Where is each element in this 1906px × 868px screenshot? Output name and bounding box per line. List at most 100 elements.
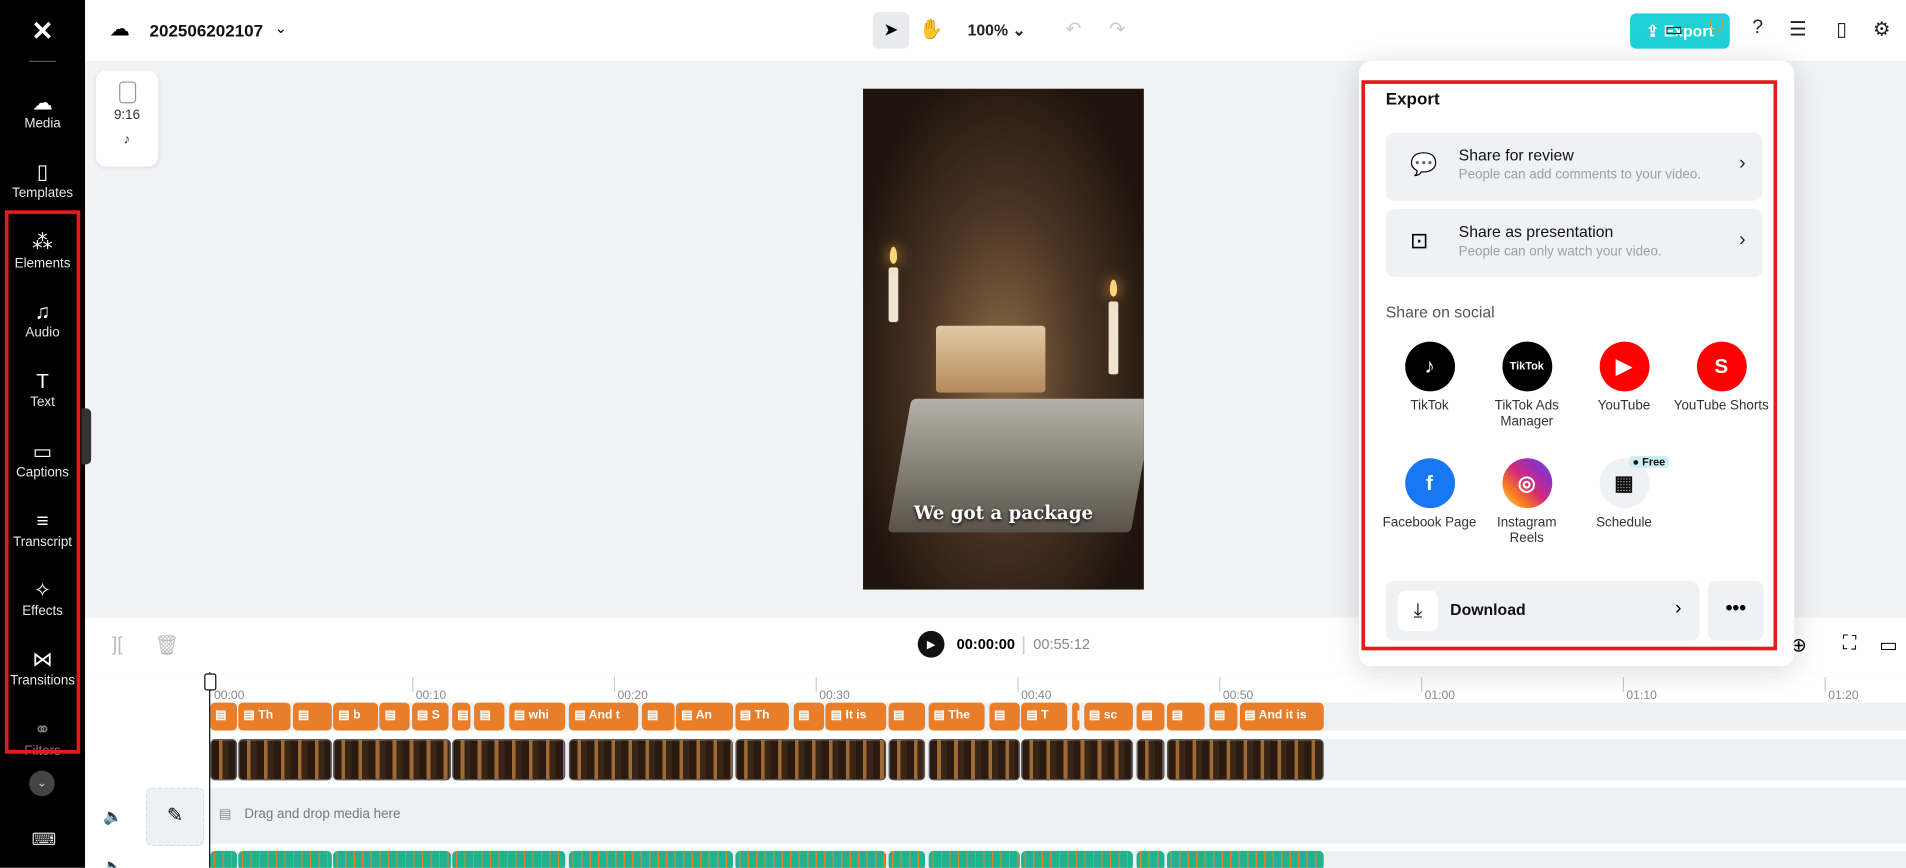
caption-clip[interactable]: ▤ Th xyxy=(238,702,291,731)
audio-clip[interactable] xyxy=(333,850,451,868)
audio-clip[interactable] xyxy=(238,850,332,868)
zoom-select[interactable]: 100% ⌄ xyxy=(968,21,1026,40)
caption-clip[interactable]: ▤ xyxy=(452,702,471,731)
caption-clip[interactable]: ▤ And it is xyxy=(1239,702,1325,731)
audio-clip[interactable] xyxy=(569,850,733,868)
aspect-ratio-card[interactable]: 9:16 ♪ xyxy=(96,70,159,167)
share-tiktok-ads-manager[interactable]: TikTok TikTok Ads Manager xyxy=(1478,341,1575,431)
mute-icon[interactable]: 🔈 xyxy=(103,807,123,826)
mute-icon[interactable]: 🔈 xyxy=(103,857,123,868)
play-button[interactable]: ▶ xyxy=(917,630,945,658)
drop-zone[interactable]: ▤ Drag and drop media here xyxy=(210,787,1906,844)
share-tiktok[interactable]: ♪ TikTok xyxy=(1381,341,1478,415)
caption-clip[interactable]: ▤ xyxy=(989,702,1020,731)
share-youtube-shorts[interactable]: S YouTube Shorts xyxy=(1673,341,1770,415)
video-clip[interactable] xyxy=(569,739,733,781)
edit-cover-button[interactable]: ✎ xyxy=(145,787,205,847)
transitions-icon: ⋈ xyxy=(32,648,53,672)
video-clip[interactable] xyxy=(1166,739,1325,781)
help-icon[interactable]: ? xyxy=(1744,17,1771,39)
share-as-presentation-option[interactable]: ⊡ Share as presentation People can only … xyxy=(1385,209,1763,278)
caption-clip[interactable]: ▤ xyxy=(1209,702,1238,731)
cloud-icon[interactable]: ☁ xyxy=(109,17,130,41)
audio-clip[interactable] xyxy=(210,850,237,868)
caption-clip[interactable]: ▤ whi xyxy=(508,702,566,731)
caption-clip[interactable]: ▤ The xyxy=(928,702,986,731)
caption-clip[interactable]: ▤ xyxy=(474,702,505,731)
undo-icon[interactable]: ↶ xyxy=(1060,17,1087,41)
caption-clip[interactable]: ▤ It is xyxy=(825,702,887,731)
share-facebook-page[interactable]: f Facebook Page xyxy=(1381,458,1478,531)
layers-icon[interactable]: ☰ xyxy=(1784,17,1811,41)
share-schedule[interactable]: ▦ Schedule xyxy=(1575,458,1672,531)
audio-clip[interactable] xyxy=(734,850,887,868)
video-clip[interactable] xyxy=(734,739,887,781)
share-for-review-option[interactable]: 💬 Share for review People can add commen… xyxy=(1385,132,1763,201)
caption-clip[interactable]: ▤ xyxy=(379,702,411,731)
split-icon[interactable]: ][ xyxy=(112,635,123,657)
sidebar-item-media[interactable]: ☁ Media xyxy=(0,85,85,151)
audio-clip[interactable] xyxy=(452,850,566,868)
chevron-down-icon[interactable]: ⌄ xyxy=(275,19,287,36)
hand-tool-icon[interactable]: ✋ xyxy=(918,17,945,41)
sidebar-collapse-handle[interactable] xyxy=(81,408,92,465)
caption-clip[interactable]: ▤ xyxy=(793,702,824,731)
redo-icon[interactable]: ↷ xyxy=(1104,17,1131,41)
sidebar-item-audio[interactable]: ♫ Audio xyxy=(0,294,85,360)
sidebar-item-captions[interactable]: ▭ Captions xyxy=(0,433,85,499)
ruler-tick xyxy=(613,677,616,692)
caption-clip[interactable]: ▤ An xyxy=(676,702,733,731)
sidebar-item-transcript[interactable]: ≡ Transcript xyxy=(0,503,85,569)
caption-clip[interactable]: ▤ S xyxy=(412,702,449,731)
present-icon[interactable]: ▭ xyxy=(1660,17,1687,41)
settings-icon[interactable]: ⚙ xyxy=(1868,17,1895,41)
caption-clip[interactable]: ▤ b xyxy=(333,702,378,731)
project-name[interactable]: 202506202107 xyxy=(150,21,264,40)
video-clip[interactable] xyxy=(333,739,451,781)
audio-clip[interactable] xyxy=(1166,850,1325,868)
caption-clip[interactable]: ▤ xyxy=(1071,702,1080,731)
audio-clip[interactable] xyxy=(928,850,1020,868)
caption-clip[interactable]: ▤ Th xyxy=(734,702,790,731)
caption-clip[interactable]: ▤ xyxy=(1166,702,1206,731)
caption-icon: ▤ xyxy=(681,708,693,723)
more-options-button[interactable]: ••• xyxy=(1707,581,1764,641)
video-clip[interactable] xyxy=(452,739,566,781)
caption-clip[interactable]: ▤ T xyxy=(1021,702,1068,731)
video-clip[interactable] xyxy=(928,739,1020,781)
select-tool[interactable]: ➤ xyxy=(872,12,910,49)
share-instagram-reels[interactable]: ◎ Instagram Reels xyxy=(1478,458,1575,547)
comment-icon[interactable]: ▭ xyxy=(1879,633,1897,657)
video-clip[interactable] xyxy=(1136,739,1165,781)
ruler-label: 01:10 xyxy=(1626,689,1657,703)
video-clip[interactable] xyxy=(238,739,332,781)
audio-clip[interactable] xyxy=(888,850,925,868)
caption-clip[interactable]: ▤ xyxy=(210,702,237,731)
caption-clip[interactable]: ▤ xyxy=(642,702,675,731)
video-clip[interactable] xyxy=(888,739,925,781)
fullscreen-icon[interactable]: ⛶ xyxy=(1843,633,1857,655)
delete-icon[interactable]: 🗑 xyxy=(154,633,179,657)
sidebar-item-templates[interactable]: ▯ Templates xyxy=(0,155,85,221)
download-button[interactable]: ⤓ Download › xyxy=(1385,581,1700,641)
video-preview[interactable]: We got a package xyxy=(863,88,1144,590)
audio-clip[interactable] xyxy=(1136,850,1165,868)
sidebar-item-elements[interactable]: ⁂ Elements xyxy=(0,224,85,290)
caption-clip[interactable]: ▤ sc xyxy=(1083,702,1133,731)
sidebar-item-effects[interactable]: ✧ Effects xyxy=(0,573,85,639)
caption-clip[interactable]: ▤ And t xyxy=(569,702,639,731)
share-youtube[interactable]: ▶ YouTube xyxy=(1575,341,1672,415)
audio-clip[interactable] xyxy=(1021,850,1133,868)
capcut-logo[interactable]: ✕ xyxy=(27,16,59,46)
panel-toggle-icon[interactable]: ▯ xyxy=(1828,17,1855,41)
video-clip[interactable] xyxy=(1021,739,1133,781)
caption-clip[interactable]: ▤ xyxy=(888,702,925,731)
playhead-handle[interactable] xyxy=(204,673,217,691)
time-ruler[interactable]: 00:00 00:10 00:20 00:30 00:40 00:50 01:00 01:10… xyxy=(0,672,1906,703)
video-clip[interactable] xyxy=(210,739,237,781)
sidebar-item-text[interactable]: T Text xyxy=(0,364,85,430)
caption-clip[interactable]: ▤ xyxy=(293,702,332,731)
playhead[interactable] xyxy=(209,672,211,868)
shield-icon[interactable]: ⛉ xyxy=(1703,17,1730,39)
caption-clip[interactable]: ▤ xyxy=(1136,702,1165,731)
